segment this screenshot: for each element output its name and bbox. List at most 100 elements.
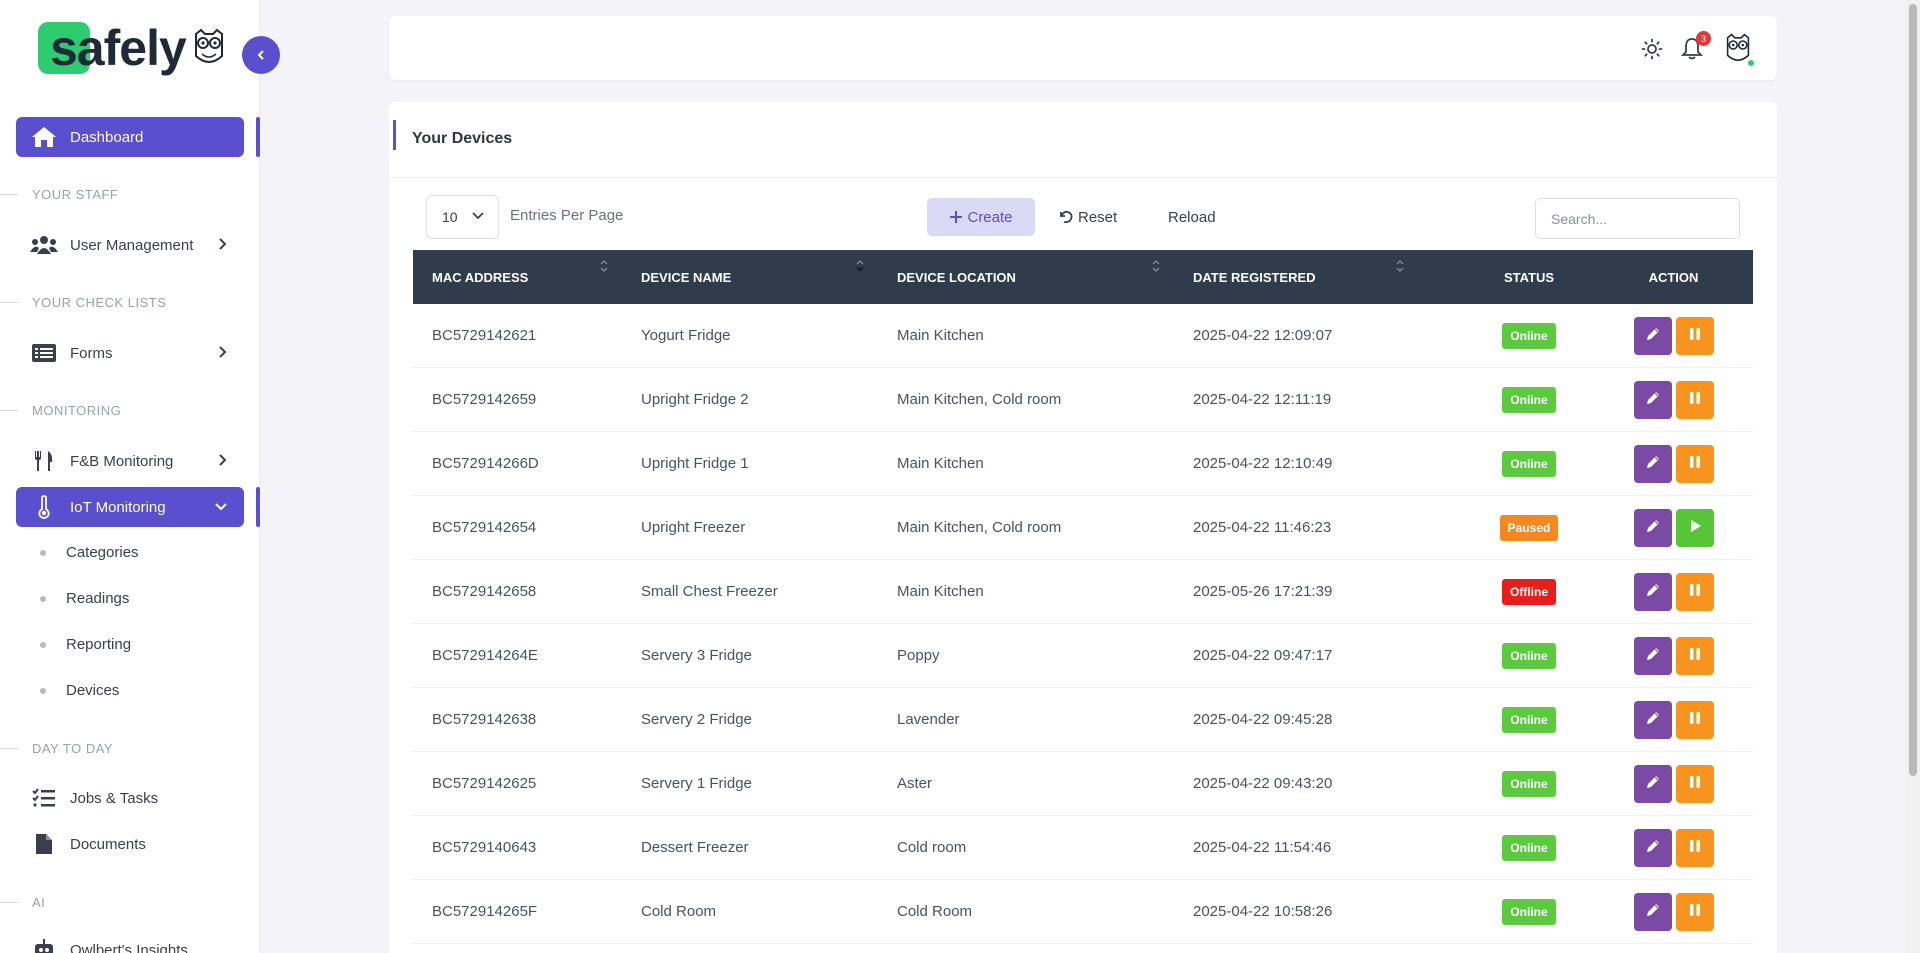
cell-date-registered: 2025-04-22 11:54:46 bbox=[1193, 839, 1332, 856]
chevron-down-icon bbox=[215, 503, 227, 511]
pause-button[interactable] bbox=[1675, 380, 1714, 419]
chevron-right-icon bbox=[219, 238, 227, 250]
pause-button[interactable] bbox=[1675, 316, 1714, 355]
create-label: Create bbox=[967, 208, 1013, 226]
edit-button[interactable] bbox=[1633, 444, 1672, 483]
pause-button[interactable] bbox=[1675, 764, 1714, 803]
sidebar-subitem-categories[interactable]: Categories bbox=[40, 544, 139, 561]
scrollbar-thumb[interactable] bbox=[1909, 4, 1917, 776]
pencil-icon bbox=[1645, 838, 1661, 858]
reload-button[interactable]: Reload bbox=[1168, 198, 1216, 236]
chevron-right-icon bbox=[219, 454, 227, 466]
pause-button[interactable] bbox=[1675, 444, 1714, 483]
sidebar-item-documents[interactable]: Documents bbox=[16, 824, 244, 864]
sidebar-item-user-management[interactable]: User Management bbox=[16, 225, 244, 265]
user-avatar[interactable] bbox=[1723, 33, 1755, 67]
cell-status: Online bbox=[1464, 834, 1594, 861]
table-row: BC5729142625 Servery 1 Fridge Aster 2025-04… bbox=[413, 752, 1753, 816]
cell-date-registered: 2025-04-22 12:09:07 bbox=[1193, 327, 1333, 344]
edit-button[interactable] bbox=[1633, 764, 1672, 803]
cell-status: Online bbox=[1464, 386, 1594, 413]
sidebar-subitem-readings[interactable]: Readings bbox=[40, 590, 129, 607]
edit-button[interactable] bbox=[1633, 572, 1672, 611]
sidebar-item-fb-monitoring[interactable]: F&B Monitoring bbox=[16, 441, 244, 481]
cell-mac-address: BC572914266D bbox=[432, 455, 539, 472]
edit-button[interactable] bbox=[1633, 636, 1672, 675]
top-bar-actions: 3 bbox=[1641, 31, 1755, 67]
create-button[interactable]: Create bbox=[927, 198, 1035, 236]
entries-per-page-select[interactable]: 10 bbox=[426, 195, 499, 239]
pause-icon bbox=[1688, 326, 1702, 346]
cell-date-registered: 2025-04-22 12:11:19 bbox=[1193, 391, 1332, 408]
top-bar: 3 bbox=[389, 16, 1777, 80]
section-your-staff: YOUR STAFF bbox=[0, 187, 118, 202]
entries-per-page-label: Entries Per Page bbox=[510, 207, 624, 224]
column-header-date-registered[interactable]: DATE REGISTERED bbox=[1174, 250, 1464, 304]
column-header-device-name[interactable]: DEVICE NAME bbox=[622, 250, 878, 304]
cell-status: Online bbox=[1464, 898, 1594, 925]
section-day-to-day: DAY TO DAY bbox=[0, 741, 113, 756]
edit-button[interactable] bbox=[1633, 700, 1672, 739]
sidebar-item-forms[interactable]: Forms bbox=[16, 333, 244, 373]
edit-button[interactable] bbox=[1633, 380, 1672, 419]
page-scrollbar[interactable] bbox=[1906, 0, 1920, 953]
resume-button[interactable] bbox=[1675, 508, 1714, 547]
safely-logo[interactable]: safely bbox=[38, 20, 226, 76]
home-icon bbox=[30, 125, 58, 149]
status-badge: Online bbox=[1502, 386, 1556, 413]
cell-actions bbox=[1594, 316, 1753, 355]
edit-button[interactable] bbox=[1633, 892, 1672, 931]
reset-button[interactable]: Reset bbox=[1058, 198, 1117, 236]
cell-mac-address: BC572914265F bbox=[432, 903, 538, 920]
sidebar-item-label: Owlbert's Insights bbox=[70, 941, 188, 953]
column-header-status: STATUS bbox=[1503, 269, 1555, 285]
cell-mac-address: BC5729142625 bbox=[432, 775, 537, 792]
search-input[interactable] bbox=[1535, 198, 1740, 239]
card-header: Your Devices bbox=[389, 102, 1777, 178]
table-row: BC5729142654 Upright Freezer Main Kitchen,… bbox=[413, 496, 1753, 560]
cell-actions bbox=[1594, 380, 1753, 419]
online-status-dot bbox=[1747, 59, 1755, 67]
pause-button[interactable] bbox=[1675, 828, 1714, 867]
pencil-icon bbox=[1645, 582, 1661, 602]
pause-icon bbox=[1688, 710, 1702, 730]
column-header-device-location[interactable]: DEVICE LOCATION bbox=[878, 250, 1174, 304]
pause-button[interactable] bbox=[1675, 700, 1714, 739]
edit-button[interactable] bbox=[1633, 316, 1672, 355]
sidebar-subitem-reporting[interactable]: Reporting bbox=[40, 636, 131, 653]
edit-button[interactable] bbox=[1633, 828, 1672, 867]
notifications-button[interactable]: 3 bbox=[1680, 31, 1711, 61]
sidebar-collapse-button[interactable] bbox=[242, 36, 280, 74]
sidebar-item-jobs-tasks[interactable]: Jobs & Tasks bbox=[16, 778, 244, 818]
sidebar-item-owlberts-insights[interactable]: Owlbert's Insights bbox=[16, 930, 244, 953]
column-header-mac-address[interactable]: MAC ADDRESS bbox=[413, 250, 622, 304]
pause-button[interactable] bbox=[1675, 636, 1714, 675]
cell-device-location: Main Kitchen bbox=[897, 455, 984, 472]
sidebar-item-label: Documents bbox=[70, 835, 146, 853]
sort-icon bbox=[600, 260, 608, 272]
sidebar-item-dashboard[interactable]: Dashboard bbox=[16, 117, 244, 157]
undo-icon bbox=[1060, 210, 1073, 224]
sidebar-item-label: IoT Monitoring bbox=[70, 498, 166, 516]
sidebar: safely Dashboard YOUR STAFF User Managem… bbox=[0, 0, 260, 953]
sidebar-item-iot-monitoring[interactable]: IoT Monitoring bbox=[16, 487, 244, 527]
table-row: BC5729142659 Upright Fridge 2 Main Kitchen… bbox=[413, 368, 1753, 432]
sort-icon bbox=[856, 260, 864, 272]
cell-device-name: Cold Room bbox=[641, 903, 717, 920]
cell-device-name: Upright Fridge 1 bbox=[641, 455, 749, 472]
pause-button[interactable] bbox=[1675, 892, 1714, 931]
theme-toggle-sun-icon[interactable] bbox=[1641, 38, 1663, 60]
cell-actions bbox=[1594, 444, 1753, 483]
cell-device-name: Servery 3 Fridge bbox=[641, 647, 752, 664]
owl-icon bbox=[194, 28, 223, 63]
sidebar-subitem-devices[interactable]: Devices bbox=[40, 682, 119, 699]
sidebar-item-label: User Management bbox=[70, 236, 194, 254]
table-row: BC5729142658 Small Chest Freezer Main Kitc… bbox=[413, 560, 1753, 624]
pencil-icon bbox=[1645, 518, 1661, 538]
section-monitoring: MONITORING bbox=[0, 403, 121, 418]
pause-button[interactable] bbox=[1675, 572, 1714, 611]
table-row: BC572914266D Upright Fridge 1 Main Kitchen… bbox=[413, 432, 1753, 496]
section-check-lists: YOUR CHECK LISTS bbox=[0, 295, 166, 310]
sort-icon bbox=[1396, 260, 1404, 272]
edit-button[interactable] bbox=[1633, 508, 1672, 547]
